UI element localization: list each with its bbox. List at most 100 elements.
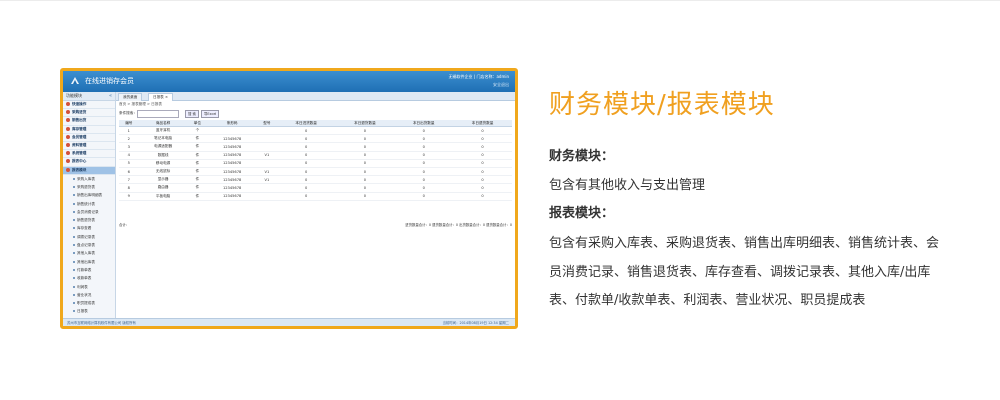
sidebar-item-label: 采购进货 [72, 110, 87, 115]
table-cell: 平板电脑 [138, 192, 188, 201]
bullet-icon [73, 310, 75, 313]
bullet-icon [73, 260, 75, 263]
sidebar-subitem[interactable]: 采购入库表 [63, 175, 115, 183]
collapse-icon[interactable]: « [109, 92, 112, 100]
logout-link[interactable]: 安全退出 [493, 82, 509, 88]
table-cell: 数据线 [138, 151, 188, 160]
table-cell: 0 [276, 126, 336, 136]
sidebar-item[interactable]: 资料管理 [63, 142, 115, 151]
table-cell [257, 126, 277, 136]
table-cell: 0 [335, 142, 395, 152]
table-row[interactable]: 8 路由器件 12345678 0 0 0 0 [119, 183, 512, 193]
bullet-icon [73, 177, 75, 180]
table-cell: 件 [187, 134, 208, 144]
table-cell: 0 [394, 159, 454, 168]
sidebar-item[interactable]: 快速操作 [63, 101, 115, 110]
table-row[interactable]: 6 无线鼠标件 12345678 V1 0 0 0 0 [119, 167, 512, 177]
table-cell: 0 [453, 126, 512, 136]
sidebar-header: 功能模块 « [63, 92, 115, 101]
sidebar-subitem[interactable]: 利润表 [63, 283, 115, 291]
sidebar-subitem[interactable]: 营业状况 [63, 291, 115, 299]
sidebar-item[interactable]: 系统管理 [63, 150, 115, 159]
table-cell: 0 [453, 151, 512, 160]
sidebar-item[interactable]: 库存管理 [63, 126, 115, 134]
table-cell: 1 [119, 126, 139, 136]
bullet-icon [73, 210, 75, 213]
tab-label: 我的桌面 [123, 95, 138, 99]
bullet-icon [73, 285, 75, 288]
module-icon [66, 159, 70, 164]
sidebar-item-reports[interactable]: 报表模块 [63, 166, 115, 175]
table-footer: 合计： 进货数量合计：0 退货数量合计：0 出货数量合计：0 退货数量合计：0 [119, 221, 512, 228]
table-cell: 0 [453, 134, 512, 144]
sidebar: 功能模块 « 快速操作 采购进货 销售出货 库存管理 会员管理 资料管理 系统管… [63, 92, 116, 318]
module-icon [66, 126, 70, 131]
table-row[interactable]: 3 电源适配器件 12345678 0 0 0 0 [119, 142, 512, 152]
sidebar-subitem[interactable]: 其他入库表 [63, 249, 115, 257]
module-icon [66, 151, 70, 156]
module-icon [66, 110, 70, 115]
export-excel-button[interactable]: 导Excel [201, 110, 220, 118]
main-content: 我的桌面 日报表 × 首页 > 报表管理 > 日报表 条件搜索： 搜 索 导Ex… [116, 92, 515, 318]
top-divider [0, 0, 1000, 1]
tab-daily-report[interactable]: 日报表 × [148, 93, 173, 101]
sidebar-item-label: 库存管理 [72, 126, 87, 131]
sidebar-subitem[interactable]: 库存查看 [63, 224, 115, 232]
table-cell: V1 [257, 151, 277, 160]
sidebar-subitem[interactable]: 付款单表 [63, 266, 115, 274]
sidebar-subitem-label: 其他入库表 [77, 251, 95, 256]
sidebar-subitem[interactable]: 销售退货表 [63, 216, 115, 224]
table-cell: 0 [335, 134, 395, 144]
bullet-icon [73, 252, 75, 255]
table-cell: 0 [276, 134, 336, 144]
table-cell: 0 [276, 175, 336, 185]
logo-icon [71, 77, 79, 84]
footer-totals: 进货数量合计：0 退货数量合计：0 出货数量合计：0 退货数量合计：0 [405, 223, 512, 227]
tab-desktop[interactable]: 我的桌面 [118, 93, 143, 101]
bullet-icon [73, 219, 75, 222]
table-cell: 0 [394, 192, 454, 201]
table-row[interactable]: 5 移动电源件 12345678 0 0 0 0 [119, 159, 512, 168]
search-bar: 条件搜索： 搜 索 导Excel [119, 110, 512, 118]
user-info: 无锡软件企业 | 门店名称：admin [448, 74, 509, 79]
table-cell: 0 [453, 192, 512, 201]
sidebar-subitem[interactable]: 日报表 [63, 307, 115, 315]
bullet-icon [73, 227, 75, 230]
sidebar-item-label: 资料管理 [72, 142, 87, 147]
table-row[interactable]: 1 蓝牙耳机个 0 0 0 0 [119, 126, 512, 136]
report-desc-line-2: 员消费记录、销售退货表、库存查看、调拨记录表、其他入库/出库 [549, 265, 931, 280]
sidebar-item[interactable]: 会员管理 [63, 134, 115, 142]
sidebar-item-label: 快速操作 [72, 102, 87, 106]
sidebar-item[interactable]: 报表中心 [63, 158, 115, 167]
search-input[interactable] [137, 110, 179, 118]
table-row[interactable]: 7 显示器件 12345678 V1 0 0 0 0 [119, 175, 512, 185]
table-row[interactable]: 2 笔记本电脑件 12345678 0 0 0 0 [119, 134, 512, 144]
close-icon[interactable]: × [165, 95, 168, 99]
sidebar-header-label: 功能模块 [66, 93, 82, 98]
sidebar-subitem[interactable]: 销售出库明细表 [63, 191, 115, 199]
breadcrumb: 首页 > 报表管理 > 日报表 [119, 102, 162, 106]
table-cell [257, 134, 277, 144]
table-row[interactable]: 9 平板电脑件 12345678 0 0 0 0 [119, 192, 512, 201]
sidebar-subitem[interactable]: 调拨记录表 [63, 233, 115, 241]
sidebar-subitem[interactable]: 采购退货表 [63, 183, 115, 191]
sidebar-subitem-label: 销售出库明细表 [77, 193, 103, 198]
table-cell: 0 [335, 159, 395, 168]
search-button[interactable]: 搜 索 [185, 110, 199, 118]
sidebar-subitem[interactable]: 收款单表 [63, 274, 115, 282]
table-cell: 0 [453, 142, 512, 152]
sidebar-item[interactable]: 销售出货 [63, 117, 115, 126]
sidebar-subitem[interactable]: 职员提成表 [63, 299, 115, 307]
module-icon [66, 134, 70, 139]
sidebar-subitem-label: 日报表 [77, 309, 88, 314]
sidebar-subitem-label: 营业状况 [77, 292, 92, 297]
table-cell: 12345678 [207, 192, 258, 201]
sidebar-subitem[interactable]: 销售统计表 [63, 200, 115, 208]
sidebar-item[interactable]: 采购进货 [63, 109, 115, 118]
sidebar-subitem[interactable]: 盘点记录表 [63, 241, 115, 249]
bullet-icon [73, 185, 75, 188]
sidebar-subitem[interactable]: 会员消费记录 [63, 208, 115, 216]
table-row[interactable]: 4 数据线件 12345678 V1 0 0 0 0 [119, 151, 512, 160]
table-cell: 12345678 [207, 175, 258, 185]
sidebar-subitem[interactable]: 其他出库表 [63, 258, 115, 266]
